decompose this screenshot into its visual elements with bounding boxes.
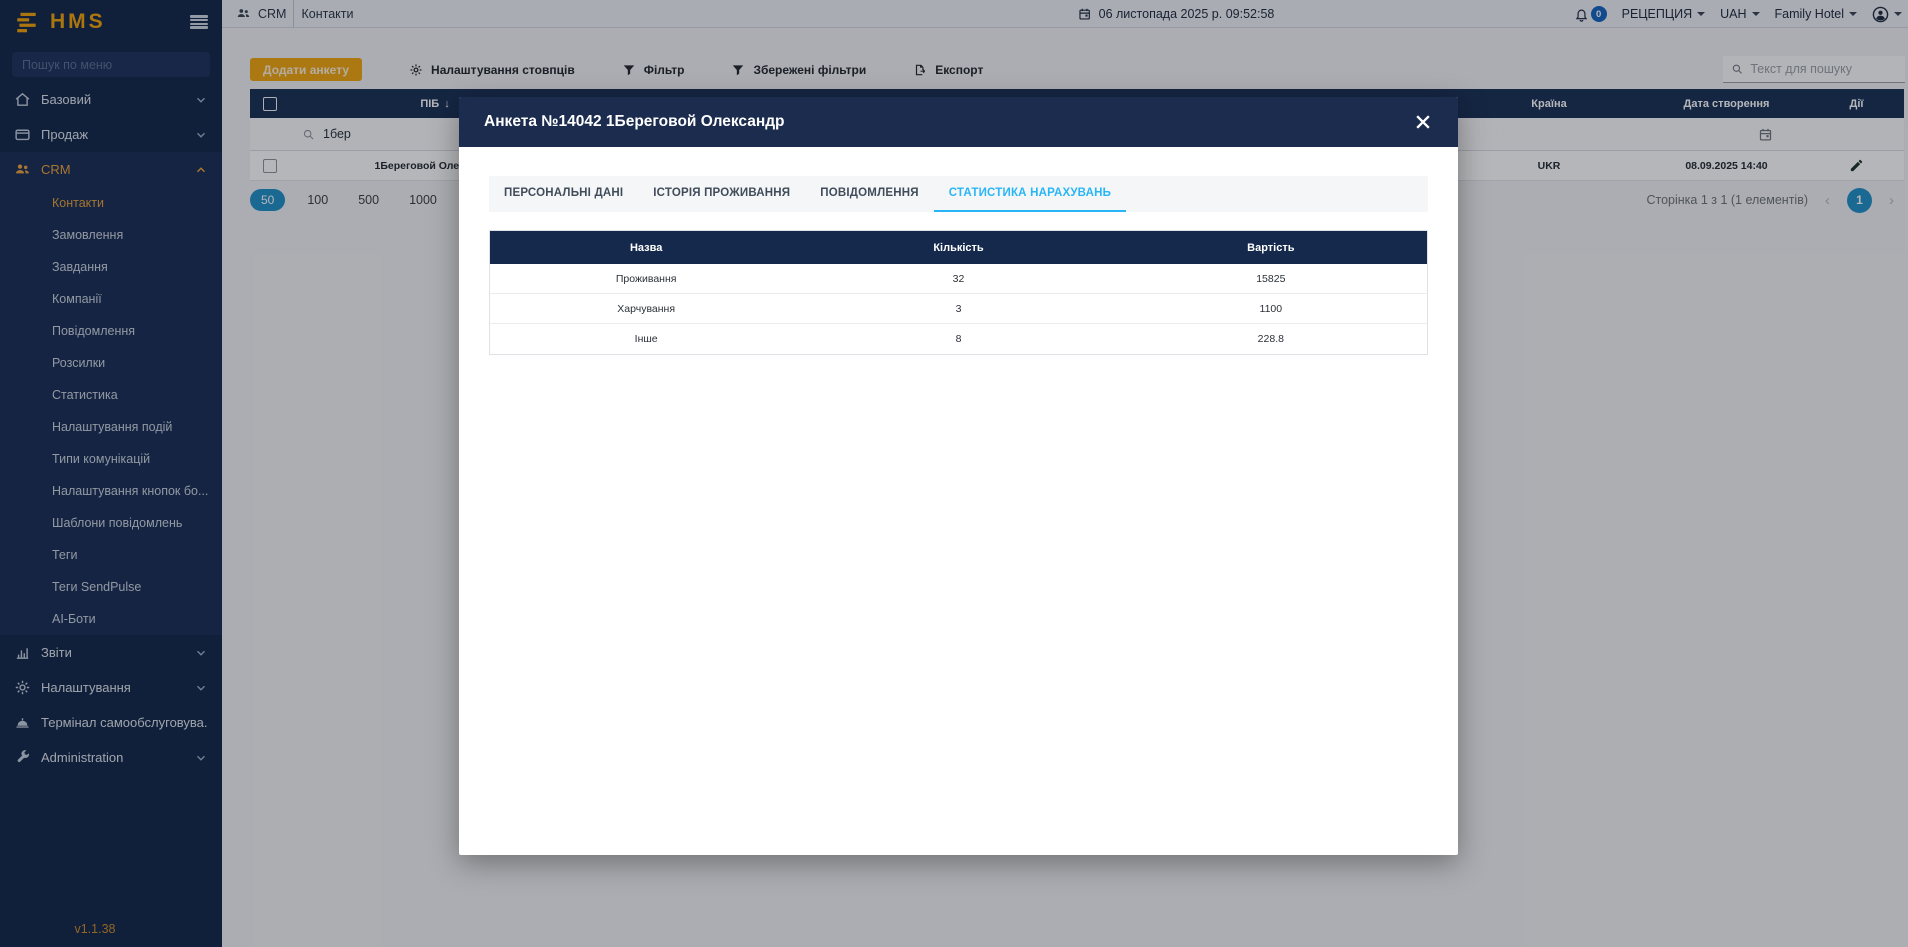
stats-row: Проживання 32 15825 — [490, 264, 1427, 294]
contact-card-modal: Анкета №14042 1Береговой Олександр ПЕРСО… — [459, 97, 1458, 855]
stats-cell-cost: 15825 — [1115, 264, 1427, 293]
stats-header-row: Назва Кількість Вартість — [490, 231, 1427, 264]
stats-column-quantity: Кількість — [802, 231, 1114, 264]
stats-cell-name: Інше — [490, 324, 802, 354]
app-root: HMS Базовий Продаж CRM — [0, 0, 1908, 947]
tab-personal-data[interactable]: ПЕРСОНАЛЬНІ ДАНІ — [489, 176, 638, 212]
stats-cell-name: Харчування — [490, 294, 802, 323]
stats-column-cost: Вартість — [1115, 231, 1427, 264]
stats-cell-cost: 1100 — [1115, 294, 1427, 323]
modal-title: Анкета №14042 1Береговой Олександр — [484, 113, 1413, 131]
stats-cell-quantity: 3 — [802, 294, 1114, 323]
stats-row: Інше 8 228.8 — [490, 324, 1427, 354]
modal-header: Анкета №14042 1Береговой Олександр — [459, 97, 1458, 147]
stats-cell-quantity: 8 — [802, 324, 1114, 354]
tab-accrual-statistics[interactable]: СТАТИСТИКА НАРАХУВАНЬ — [934, 176, 1126, 212]
stats-cell-quantity: 32 — [802, 264, 1114, 293]
stats-cell-cost: 228.8 — [1115, 324, 1427, 354]
accrual-statistics-table: Назва Кількість Вартість Проживання 32 1… — [489, 230, 1428, 355]
tab-stay-history[interactable]: ІСТОРІЯ ПРОЖИВАННЯ — [638, 176, 805, 212]
stats-column-name: Назва — [490, 231, 802, 264]
stats-cell-name: Проживання — [490, 264, 802, 293]
tab-messages[interactable]: ПОВІДОМЛЕННЯ — [805, 176, 933, 212]
modal-tabs: ПЕРСОНАЛЬНІ ДАНІ ІСТОРІЯ ПРОЖИВАННЯ ПОВІ… — [489, 176, 1428, 212]
stats-row: Харчування 3 1100 — [490, 294, 1427, 324]
close-icon[interactable] — [1413, 112, 1433, 132]
